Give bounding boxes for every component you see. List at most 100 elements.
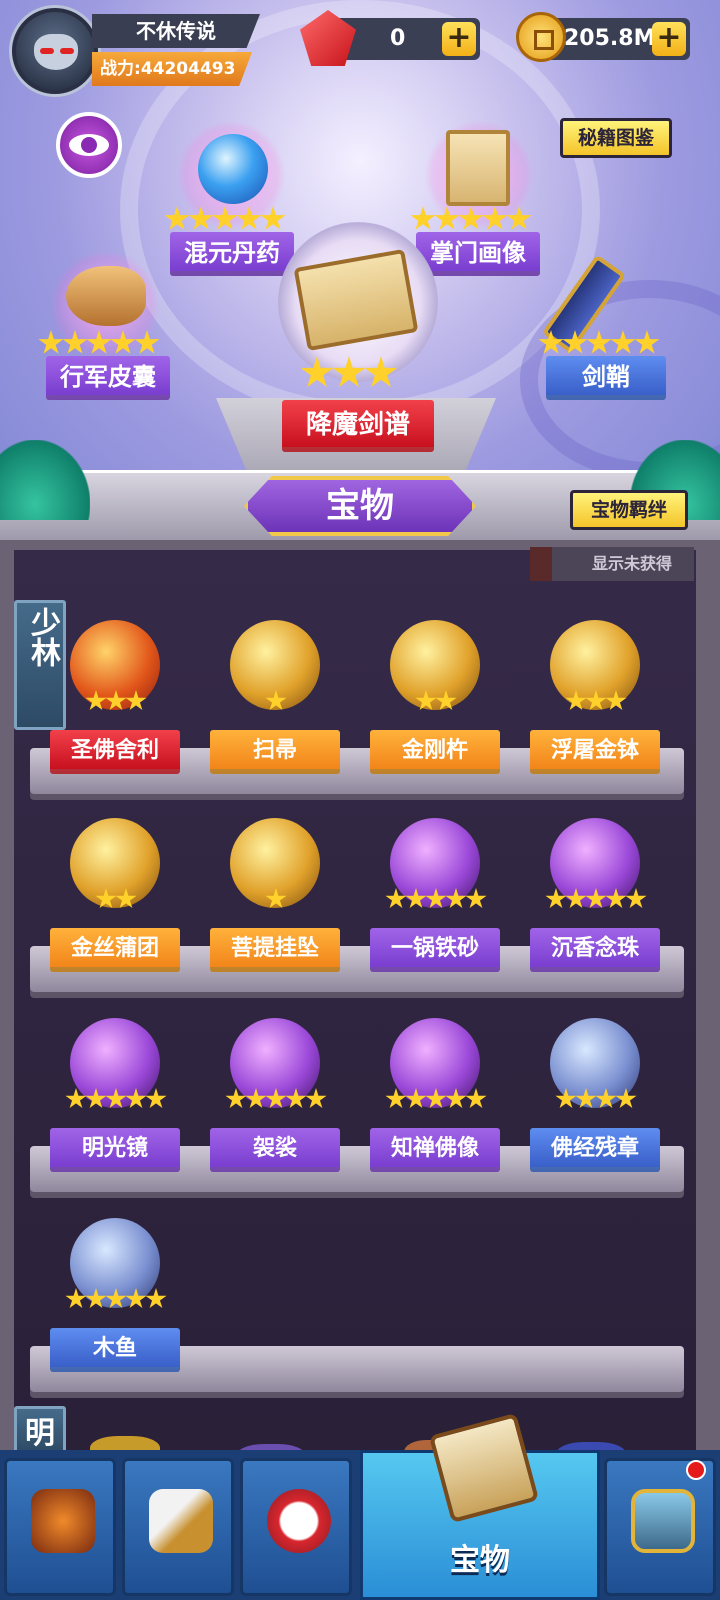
star-icon — [85, 1088, 107, 1109]
star-icon — [385, 888, 407, 909]
treasure-item[interactable]: 扫帚 — [200, 610, 350, 800]
star-icon — [615, 1088, 637, 1109]
bottom-nav: 宝物 — [0, 1412, 720, 1600]
treasure-label: 袈裟 — [210, 1128, 340, 1172]
add-coins-button[interactable]: + — [652, 22, 686, 56]
section-tab-ming[interactable]: 明 — [14, 1406, 66, 1456]
treasure-item[interactable]: 金丝蒲团 — [40, 808, 190, 998]
add-gems-button[interactable]: + — [442, 22, 476, 56]
star-icon — [145, 1088, 167, 1109]
treasure-item[interactable]: 圣佛舍利 — [40, 610, 190, 800]
player-name: 不休传说 — [92, 14, 260, 48]
star-rating — [40, 690, 190, 716]
treasure-item[interactable]: 知禅佛像 — [360, 1008, 510, 1198]
star-icon — [465, 1088, 487, 1109]
masked-hero-icon — [31, 1489, 95, 1553]
orb-icon — [198, 134, 268, 204]
nav-hero-tab[interactable] — [4, 1458, 116, 1596]
treasure-label: 一锅铁砂 — [370, 928, 500, 972]
star-rating — [360, 1088, 510, 1114]
star-icon — [265, 690, 287, 711]
star-rating — [200, 1088, 350, 1114]
star-rating — [40, 888, 190, 914]
relic-label: 降魔剑谱 — [282, 400, 434, 452]
star-icon — [405, 1088, 427, 1109]
star-icon — [125, 1088, 147, 1109]
star-rating — [360, 690, 510, 716]
star-icon — [415, 690, 437, 711]
eye-icon[interactable] — [56, 112, 122, 178]
treasure-label: 沉香念珠 — [530, 928, 660, 972]
show-unowned-toggle[interactable]: 显示未获得 — [530, 547, 694, 581]
star-rating — [40, 1088, 190, 1114]
treasure-item[interactable]: 木鱼 — [40, 1208, 190, 1398]
star-icon — [465, 888, 487, 909]
star-icon — [565, 888, 587, 909]
coin-icon — [516, 12, 566, 62]
star-icon — [435, 690, 457, 711]
star-icon — [595, 1088, 617, 1109]
relic-label: 剑鞘 — [546, 356, 666, 400]
power-value: 44204493 — [140, 59, 236, 79]
treasure-label: 明光镜 — [50, 1128, 180, 1172]
star-icon — [585, 690, 607, 711]
treasure-label: 金刚杵 — [370, 730, 500, 774]
scroll-portrait-icon — [446, 130, 510, 206]
star-icon — [265, 1088, 287, 1109]
treasure-label: 佛经残章 — [530, 1128, 660, 1172]
nav-treasure-label: 宝物 — [450, 1543, 510, 1578]
star-icon — [85, 690, 107, 711]
star-rating — [40, 1288, 190, 1314]
leaf-decoration — [0, 440, 90, 520]
treasure-item[interactable]: 佛经残章 — [520, 1008, 670, 1198]
star-icon — [245, 1088, 267, 1109]
bond-button[interactable]: 宝物羁绊 — [570, 490, 688, 530]
treasure-item[interactable]: 袈裟 — [200, 1008, 350, 1198]
treasure-label: 木鱼 — [50, 1328, 180, 1372]
treasure-item[interactable]: 沉香念珠 — [520, 808, 670, 998]
star-icon — [385, 1088, 407, 1109]
player-power: 战力:44204493 — [92, 52, 252, 86]
treasure-label: 扫帚 — [210, 730, 340, 774]
power-label: 战力: — [100, 59, 141, 79]
star-icon — [565, 690, 587, 711]
nav-drum-tab[interactable] — [240, 1458, 352, 1596]
star-rating — [520, 690, 670, 716]
star-icon — [125, 1288, 147, 1309]
star-rating — [200, 888, 350, 914]
star-icon — [125, 690, 147, 711]
treasure-item[interactable]: 金刚杵 — [360, 610, 510, 800]
panel-title: 宝物 — [244, 476, 476, 536]
notification-badge — [686, 1460, 706, 1480]
relic-label: 掌门画像 — [416, 232, 540, 276]
drum-icon — [267, 1489, 331, 1553]
star-rating — [200, 690, 350, 716]
gem-amount: 0 — [390, 26, 406, 51]
star-icon — [65, 1288, 87, 1309]
nav-treasure-tab[interactable]: 宝物 — [360, 1412, 600, 1600]
star-icon — [85, 1288, 107, 1309]
treasure-label: 金丝蒲团 — [50, 928, 180, 972]
codex-button[interactable]: 秘籍图鉴 — [560, 118, 672, 158]
star-icon — [105, 1088, 127, 1109]
star-icon — [425, 1088, 447, 1109]
star-rating — [520, 1088, 670, 1114]
relic-label: 行军皮囊 — [46, 356, 170, 400]
treasure-item[interactable]: 一锅铁砂 — [360, 808, 510, 998]
star-icon — [585, 888, 607, 909]
treasure-item[interactable]: 菩提挂坠 — [200, 808, 350, 998]
star-icon — [95, 888, 117, 909]
star-icon — [605, 690, 627, 711]
player-avatar[interactable] — [12, 8, 98, 94]
sword-icon — [149, 1489, 213, 1553]
nav-weapon-tab[interactable] — [122, 1458, 234, 1596]
treasure-item[interactable]: 明光镜 — [40, 1008, 190, 1198]
featured-area: 不休传说 战力:44204493 0 + 205.8M + 秘籍图鉴 混元丹药 … — [0, 0, 720, 540]
star-icon — [105, 1288, 127, 1309]
treasure-item[interactable]: 浮屠金钵 — [520, 610, 670, 800]
star-rating — [520, 888, 670, 914]
treasure-label: 菩提挂坠 — [210, 928, 340, 972]
pouch-icon — [66, 266, 146, 326]
star-icon — [65, 1088, 87, 1109]
star-icon — [425, 888, 447, 909]
